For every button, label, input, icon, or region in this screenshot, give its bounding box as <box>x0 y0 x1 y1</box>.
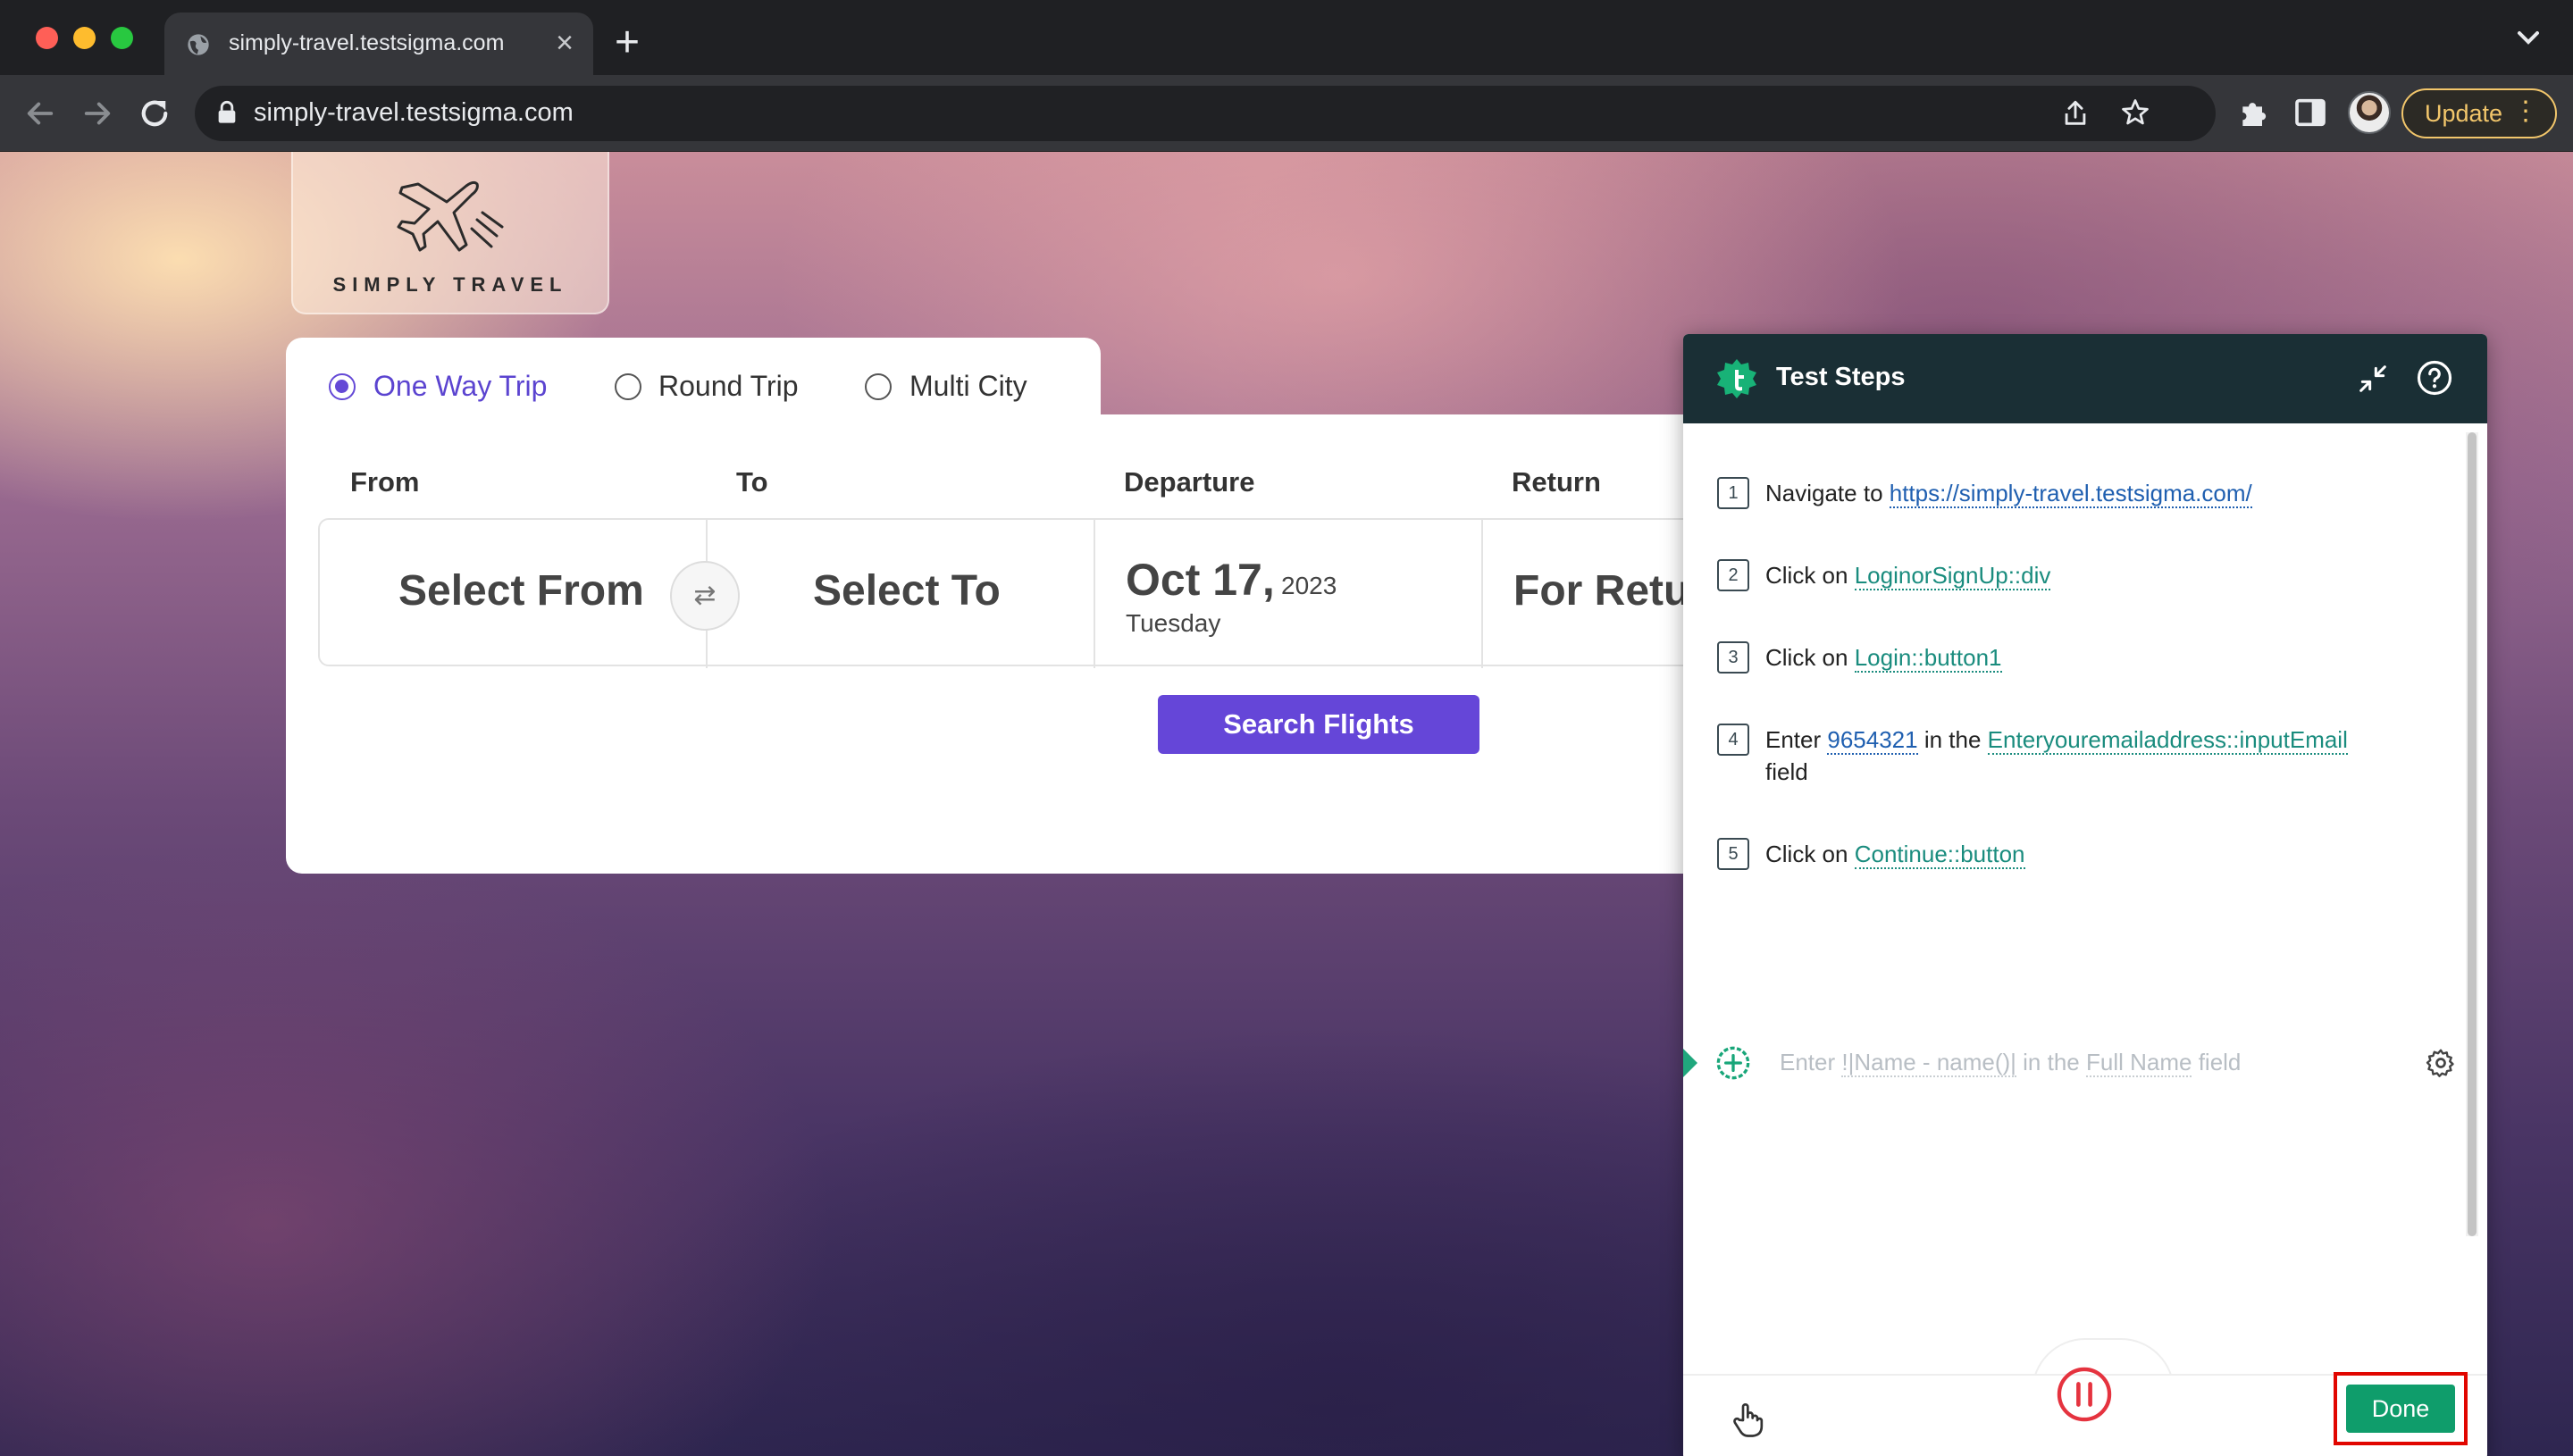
browser-tab[interactable]: simply-travel.testsigma.com × <box>164 13 593 75</box>
add-step-icon[interactable] <box>1715 1045 1751 1081</box>
minimize-window-button[interactable] <box>73 27 96 49</box>
testsigma-logo-icon <box>1717 359 1756 398</box>
step-number: 1 <box>1717 477 1749 509</box>
done-button[interactable]: Done <box>2346 1385 2455 1433</box>
browser-toolbar: simply-travel.testsigma.com Update ⋮ <box>0 75 2573 152</box>
page-content: SIMPLY TRAVEL One Way Trip Round Trip Mu… <box>0 152 2573 1456</box>
test-steps-list: 1 Navigate to https://simply-travel.tests… <box>1683 423 2487 1361</box>
radio-multi-city[interactable] <box>865 373 892 400</box>
field-divider <box>1481 520 1483 668</box>
chevron-down-icon[interactable] <box>2510 20 2546 55</box>
menu-dots-icon[interactable]: ⋮ <box>2512 96 2539 127</box>
label-multi-city[interactable]: Multi City <box>909 370 1027 403</box>
step-test-data[interactable]: 9654321 <box>1827 726 1918 755</box>
test-step[interactable]: 3 Click on Login::button1 <box>1717 641 2432 674</box>
collapse-icon[interactable] <box>2355 361 2391 397</box>
sidepanel-icon[interactable] <box>2292 95 2328 130</box>
url-text[interactable]: simply-travel.testsigma.com <box>254 98 574 128</box>
departure-date: Oct 17, <box>1126 555 1275 605</box>
extensions-icon[interactable] <box>2235 95 2271 130</box>
new-step-row[interactable]: Enter !|Name - name()| in the Full Name … <box>1683 1036 2469 1090</box>
star-icon[interactable] <box>2119 96 2151 129</box>
trip-type-selector: One Way Trip Round Trip Multi City <box>286 338 1101 427</box>
step-action: Click on <box>1765 644 1855 671</box>
step-number: 2 <box>1717 559 1749 591</box>
tab-title: simply-travel.testsigma.com <box>229 30 505 55</box>
step-element-link[interactable]: LoginorSignUp::div <box>1854 562 2051 590</box>
flight-search-card: From To Departure Return Select From ⇄ S… <box>286 414 1855 874</box>
new-step-test-data[interactable]: !|Name - name()| <box>1841 1049 2016 1077</box>
to-label: To <box>736 466 768 498</box>
from-field[interactable]: Select From <box>398 566 644 615</box>
share-icon[interactable] <box>2060 98 2091 129</box>
search-fields: Select From ⇄ Select To Oct 17, 2023 Tue… <box>318 518 1855 668</box>
departure-label: Departure <box>1124 466 1255 498</box>
step-action: Enter <box>1765 726 1828 753</box>
step-action: Navigate to <box>1765 480 1890 506</box>
test-step[interactable]: 2 Click on LoginorSignUp::div <box>1717 559 2432 591</box>
tab-close-icon[interactable]: × <box>556 25 574 61</box>
panel-title: Test Steps <box>1776 363 1906 391</box>
swap-icon[interactable]: ⇄ <box>670 561 740 631</box>
step-element-link[interactable]: Enteryouremailaddress::inputEmail <box>1987 726 2348 755</box>
site-logo[interactable]: SIMPLY TRAVEL <box>291 152 609 314</box>
test-step[interactable]: 5 Click on Continue::button <box>1717 838 2432 870</box>
label-round-trip[interactable]: Round Trip <box>658 370 799 403</box>
update-label: Update <box>2425 100 2503 127</box>
label-one-way[interactable]: One Way Trip <box>373 370 547 403</box>
forward-icon[interactable] <box>79 95 116 132</box>
test-step[interactable]: 1 Navigate to https://simply-travel.tests… <box>1717 477 2432 509</box>
done-highlight: Done <box>2334 1372 2468 1445</box>
step-number: 3 <box>1717 641 1749 674</box>
return-label: Return <box>1512 466 1601 498</box>
profile-avatar[interactable] <box>2348 91 2391 134</box>
gear-icon[interactable] <box>2425 1047 2457 1079</box>
browser-tab-bar: simply-travel.testsigma.com × + <box>0 0 2573 75</box>
test-steps-header: Test Steps <box>1683 334 2487 423</box>
lock-icon[interactable] <box>216 100 238 125</box>
step-number: 5 <box>1717 838 1749 870</box>
step-number: 4 <box>1717 724 1749 756</box>
step-connector: in the <box>1917 726 1988 753</box>
step-action: Click on <box>1765 562 1855 589</box>
help-icon[interactable] <box>2416 359 2453 397</box>
scrollbar-thumb[interactable] <box>2468 432 2477 1236</box>
new-step-connector: in the <box>2016 1049 2086 1075</box>
test-step[interactable]: 4 Enter 9654321 in the Enteryouremailaddr… <box>1717 724 2432 788</box>
close-window-button[interactable] <box>36 27 58 49</box>
step-element-link[interactable]: Continue::button <box>1854 841 2025 869</box>
new-step-suffix: field <box>2192 1049 2242 1075</box>
maximize-window-button[interactable] <box>111 27 133 49</box>
step-url-link[interactable]: https://simply-travel.testsigma.com/ <box>1889 480 2252 508</box>
current-step-marker <box>1683 1049 1697 1077</box>
step-action: Click on <box>1765 841 1855 867</box>
address-bar[interactable]: simply-travel.testsigma.com <box>195 86 2216 141</box>
new-tab-button[interactable]: + <box>615 16 640 70</box>
globe-icon <box>188 34 209 55</box>
reload-icon[interactable] <box>136 95 173 132</box>
back-icon[interactable] <box>21 95 59 132</box>
to-field[interactable]: Select To <box>813 566 1001 615</box>
step-suffix: field <box>1765 758 1808 785</box>
test-steps-panel: Test Steps 1 Navigate to https://simply-t… <box>1683 334 2487 1456</box>
step-element-link[interactable]: Login::button1 <box>1854 644 2002 673</box>
scrollbar[interactable] <box>2466 432 2478 1236</box>
search-flights-button[interactable]: Search Flights <box>1158 695 1479 754</box>
new-step-input[interactable]: Enter !|Name - name()| in the Full Name … <box>1780 1049 2242 1077</box>
radio-round-trip[interactable] <box>615 373 641 400</box>
field-divider <box>1094 520 1095 668</box>
new-step-action: Enter <box>1780 1049 1842 1075</box>
update-button[interactable]: Update ⋮ <box>2401 88 2557 138</box>
logo-text: SIMPLY TRAVEL <box>332 273 568 296</box>
hand-pointer-icon[interactable] <box>1730 1401 1765 1440</box>
airplane-icon <box>397 180 504 252</box>
departure-day: Tuesday <box>1126 609 1221 637</box>
radio-one-way[interactable] <box>329 373 356 400</box>
from-label: From <box>350 466 420 498</box>
pause-recording-icon[interactable] <box>2055 1365 2114 1424</box>
departure-year: 2023 <box>1281 572 1337 599</box>
new-step-element[interactable]: Full Name <box>2085 1049 2192 1077</box>
